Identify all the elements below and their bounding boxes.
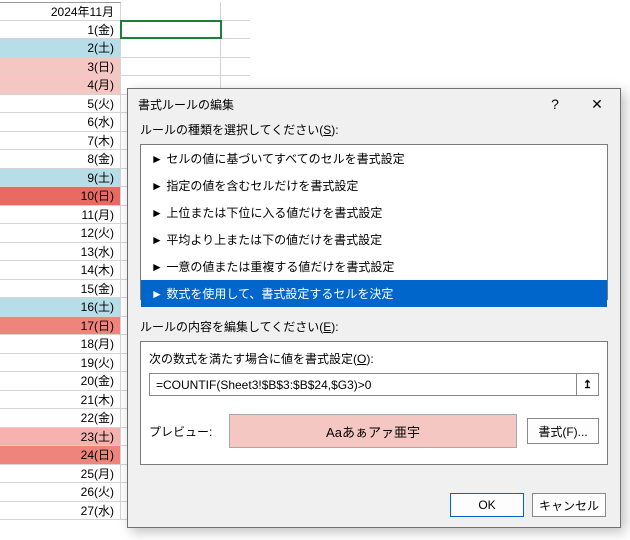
rule-edit-label-post: ):: [331, 320, 338, 334]
date-cell[interactable]: 4(月): [0, 76, 121, 94]
arrow-icon: ►: [151, 152, 163, 166]
rule-type-item-label: 上位または下位に入る値だけを書式設定: [163, 206, 382, 220]
rule-type-item[interactable]: ► 上位または下位に入る値だけを書式設定: [141, 199, 607, 226]
rule-type-item-label: セルの値に基づいてすべてのセルを書式設定: [163, 152, 405, 166]
month-header-row: 2024年11月: [0, 2, 250, 21]
date-cell[interactable]: 20(金): [0, 372, 121, 390]
preview-label: プレビュー:: [149, 423, 219, 440]
arrow-icon: ►: [151, 179, 163, 193]
preview-row: プレビュー: Aaあぁアァ亜宇 書式(F)...: [149, 414, 599, 448]
formula-label-post: ):: [366, 352, 373, 366]
arrow-icon: ►: [151, 233, 163, 247]
date-cell[interactable]: 2(土): [0, 39, 121, 57]
rule-type-item-label: 平均より上または下の値だけを書式設定: [163, 233, 382, 247]
rule-type-item[interactable]: ► 平均より上または下の値だけを書式設定: [141, 226, 607, 253]
rule-type-item-label: 数式を使用して、書式設定するセルを決定: [163, 287, 393, 301]
date-cell[interactable]: 24(日): [0, 446, 121, 464]
date-row: 2(土): [0, 39, 250, 58]
rule-edit-label-pre: ルールの内容を編集してください(: [140, 320, 323, 334]
date-cell[interactable]: 21(木): [0, 391, 121, 409]
date-cell[interactable]: 13(水): [0, 243, 121, 261]
date-cell[interactable]: 26(火): [0, 483, 121, 501]
formula-key: O: [357, 352, 366, 366]
month-header-blank[interactable]: [121, 2, 221, 20]
date-cell[interactable]: 16(土): [0, 298, 121, 316]
date-cell[interactable]: 9(土): [0, 169, 121, 187]
rule-type-item-label: 一意の値または重複する値だけを書式設定: [163, 260, 394, 274]
format-button-label: 書式(F)...: [538, 423, 587, 440]
date-cell[interactable]: 3(日): [0, 58, 121, 76]
arrow-icon: ►: [151, 287, 163, 301]
cancel-button[interactable]: キャンセル: [532, 493, 606, 517]
date-cell[interactable]: 8(金): [0, 150, 121, 168]
formula-input-row: ↥: [149, 373, 599, 396]
date-cell[interactable]: 15(金): [0, 280, 121, 298]
edit-formatting-rule-dialog: 書式ルールの編集 ? ✕ ルールの種類を選択してください(S): ► セルの値に…: [127, 88, 621, 528]
date-cell[interactable]: 10(日): [0, 187, 121, 205]
dialog-body: ルールの種類を選択してください(S): ► セルの値に基づいてすべてのセルを書式…: [128, 119, 620, 483]
preview-sample: Aaあぁアァ亜宇: [229, 414, 517, 448]
rule-type-item[interactable]: ► 一意の値または重複する値だけを書式設定: [141, 253, 607, 280]
formula-label: 次の数式を満たす場合に値を書式設定(O):: [149, 350, 599, 367]
rule-type-item[interactable]: ► セルの値に基づいてすべてのセルを書式設定: [141, 145, 607, 172]
value-cell[interactable]: [121, 58, 221, 76]
value-cell[interactable]: [121, 21, 221, 39]
date-cell[interactable]: 19(火): [0, 354, 121, 372]
rule-type-label: ルールの種類を選択してください(S):: [140, 121, 608, 138]
dialog-titlebar: 書式ルールの編集 ? ✕: [128, 89, 620, 119]
date-cell[interactable]: 27(水): [0, 502, 121, 520]
date-cell[interactable]: 12(火): [0, 224, 121, 242]
value-cell[interactable]: [121, 39, 221, 57]
formula-input[interactable]: [149, 373, 577, 396]
date-cell[interactable]: 22(金): [0, 409, 121, 427]
rule-type-list[interactable]: ► セルの値に基づいてすべてのセルを書式設定► 指定の値を含むセルだけを書式設定…: [140, 144, 608, 300]
date-cell[interactable]: 17(日): [0, 317, 121, 335]
rule-type-item[interactable]: ► 指定の値を含むセルだけを書式設定: [141, 172, 607, 199]
date-cell[interactable]: 5(火): [0, 95, 121, 113]
date-row: 3(日): [0, 58, 250, 77]
rule-type-item-label: 指定の値を含むセルだけを書式設定: [163, 179, 358, 193]
date-cell[interactable]: 6(水): [0, 113, 121, 131]
dialog-buttons: OK キャンセル: [128, 483, 620, 527]
dialog-title: 書式ルールの編集: [138, 96, 534, 113]
rule-type-item[interactable]: ► 数式を使用して、書式設定するセルを決定: [141, 280, 607, 307]
rule-type-label-pre: ルールの種類を選択してください(: [140, 123, 323, 137]
arrow-icon: ►: [151, 206, 163, 220]
close-button[interactable]: ✕: [576, 90, 618, 118]
date-row: 1(金): [0, 21, 250, 40]
date-cell[interactable]: 7(木): [0, 132, 121, 150]
date-cell[interactable]: 18(月): [0, 335, 121, 353]
month-header-cell[interactable]: 2024年11月: [0, 2, 121, 20]
rule-type-label-post: ):: [331, 123, 338, 137]
collapse-dialog-button[interactable]: ↥: [577, 373, 599, 396]
collapse-icon: ↥: [583, 378, 592, 391]
arrow-icon: ►: [151, 260, 163, 274]
ok-button[interactable]: OK: [450, 493, 524, 517]
help-button[interactable]: ?: [534, 90, 576, 118]
rule-edit-label: ルールの内容を編集してください(E):: [140, 318, 608, 335]
date-cell[interactable]: 23(土): [0, 428, 121, 446]
date-cell[interactable]: 1(金): [0, 21, 121, 39]
date-cell[interactable]: 14(木): [0, 261, 121, 279]
format-button[interactable]: 書式(F)...: [527, 418, 599, 444]
formula-label-pre: 次の数式を満たす場合に値を書式設定(: [149, 352, 357, 366]
date-cell[interactable]: 11(月): [0, 206, 121, 224]
date-cell[interactable]: 25(月): [0, 465, 121, 483]
rule-content-box: 次の数式を満たす場合に値を書式設定(O): ↥ プレビュー: Aaあぁアァ亜宇 …: [140, 341, 608, 465]
